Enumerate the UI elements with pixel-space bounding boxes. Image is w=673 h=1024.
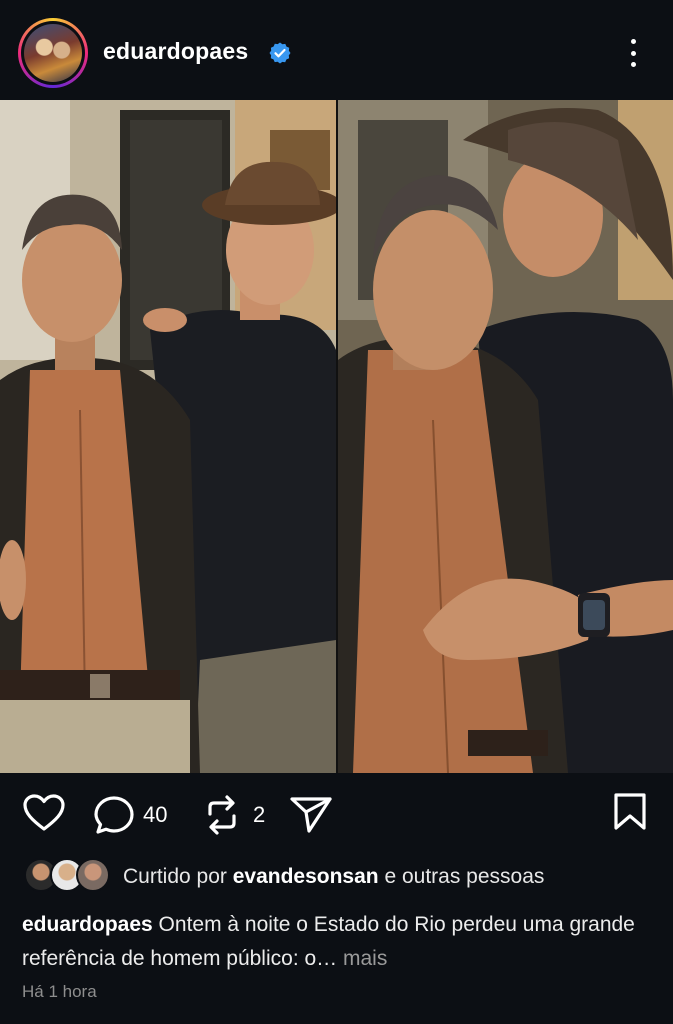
comments-count: 40: [143, 802, 168, 827]
avatar-gap: [21, 21, 85, 85]
caption-more-link[interactable]: mais: [337, 947, 387, 970]
avatar: [76, 858, 110, 892]
more-options-icon[interactable]: [622, 36, 644, 70]
liked-by-avatars[interactable]: [24, 858, 114, 894]
caption-username[interactable]: eduardopaes: [22, 913, 153, 936]
send-icon[interactable]: [289, 794, 333, 834]
heart-icon[interactable]: [22, 793, 66, 833]
photo-right-illustration: [338, 100, 673, 773]
profile-avatar[interactable]: [18, 18, 88, 88]
photo-right-panel: [338, 100, 673, 773]
photo-left-illustration: [0, 100, 336, 773]
post-image[interactable]: [0, 100, 673, 773]
comment-icon[interactable]: [93, 794, 137, 836]
repost-icon[interactable]: [202, 794, 242, 836]
post-caption: eduardopaes Ontem à noite o Estado do Ri…: [22, 908, 652, 976]
verified-badge-icon: [269, 42, 291, 64]
liked-by-suffix: e outras pessoas: [378, 865, 545, 888]
post-timestamp: Há 1 hora: [22, 982, 97, 1001]
post-header: eduardopaes: [0, 0, 673, 100]
post-username[interactable]: eduardopaes: [103, 38, 248, 65]
reposts-count: 2: [253, 802, 266, 827]
avatar-image: [24, 24, 82, 82]
liked-by-text[interactable]: Curtido por evandesonsan e outras pessoa…: [123, 865, 544, 889]
liked-by-prefix: Curtido por: [123, 865, 233, 888]
bookmark-icon[interactable]: [612, 792, 648, 832]
liked-by-user[interactable]: evandesonsan: [233, 865, 379, 888]
photo-left-panel: [0, 100, 336, 773]
